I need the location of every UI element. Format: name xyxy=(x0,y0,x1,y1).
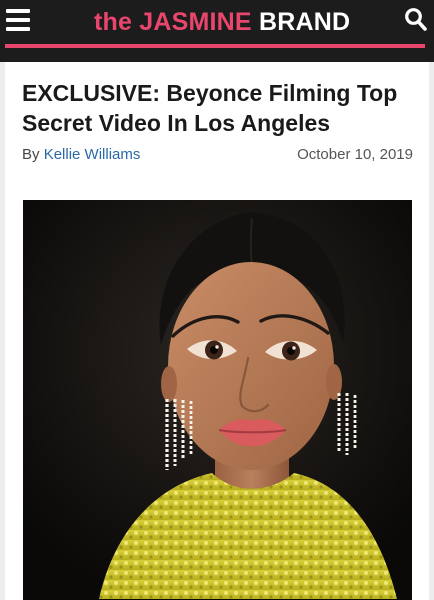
hamburger-menu-icon[interactable] xyxy=(6,9,30,33)
menu-line xyxy=(6,18,30,22)
author-link[interactable]: Kellie Williams xyxy=(44,146,141,163)
portrait-photo xyxy=(23,200,412,600)
article-hero-image[interactable] xyxy=(23,200,412,600)
logo-prefix: the xyxy=(94,8,140,36)
search-icon-graphic xyxy=(405,8,427,31)
header-accent-bar xyxy=(5,44,425,48)
site-header: the JASMINE BRAND xyxy=(0,0,434,62)
logo-suffix: BRAND xyxy=(251,8,351,36)
site-logo[interactable]: the JASMINE BRAND xyxy=(94,6,350,38)
article-card: EXCLUSIVE: Beyonce Filming Top Secret Vi… xyxy=(5,62,429,600)
article-date: October 10, 2019 xyxy=(297,146,413,163)
article-byline: By Kellie Williams xyxy=(22,146,140,164)
search-icon[interactable] xyxy=(404,7,428,33)
menu-line xyxy=(6,9,30,13)
logo-highlight: JASMINE xyxy=(139,8,252,36)
byline-prefix: By xyxy=(22,146,44,163)
menu-line xyxy=(6,27,30,31)
article-headline[interactable]: EXCLUSIVE: Beyonce Filming Top Secret Vi… xyxy=(22,78,417,138)
